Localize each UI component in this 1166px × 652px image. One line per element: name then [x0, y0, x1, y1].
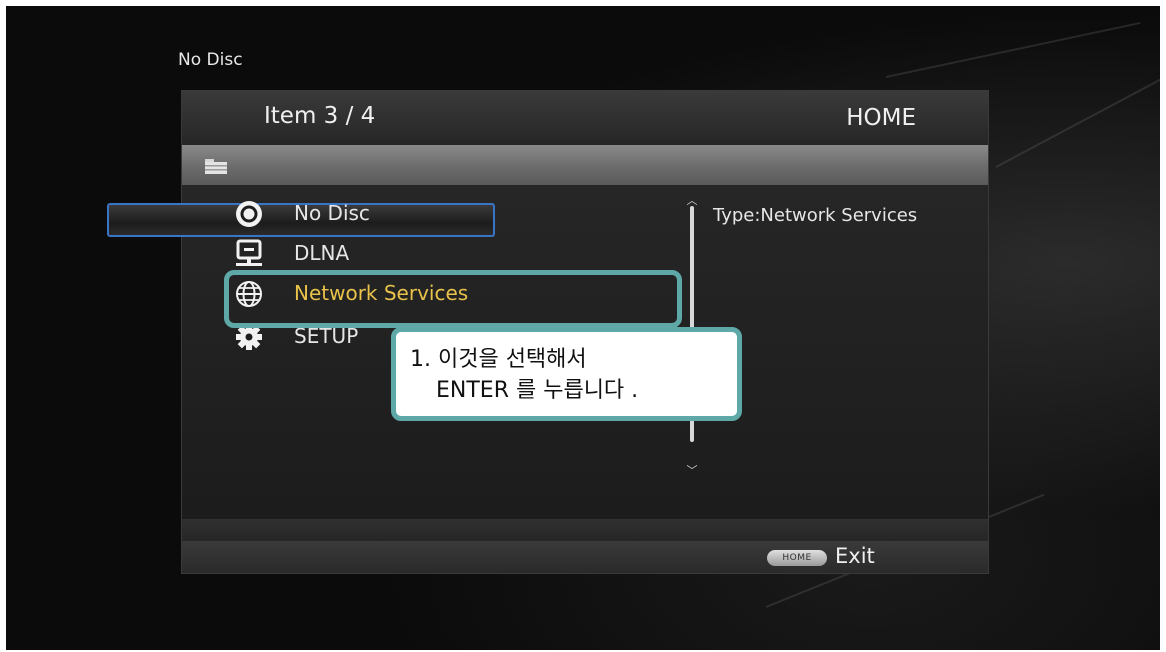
folder-icon — [205, 159, 227, 174]
chevron-down-icon[interactable]: ﹀ — [685, 465, 699, 476]
footer-separator — [182, 519, 988, 541]
window-footer: HOME Exit — [182, 541, 988, 573]
window-header: Item 3 / 4 HOME — [182, 91, 988, 145]
home-key-icon: HOME — [767, 550, 827, 566]
menu-item-dlna[interactable]: DLNA — [234, 235, 674, 275]
page-title: HOME — [846, 105, 916, 131]
callout-line-2: ENTER 를 누릅니다 . — [436, 378, 639, 403]
annotation-highlight-box — [224, 270, 682, 328]
info-type-text: Type:Network Services — [713, 205, 918, 226]
disc-status-text: No Disc — [178, 50, 243, 70]
chevron-up-icon[interactable]: ︿ — [685, 195, 699, 206]
path-bar — [182, 145, 988, 185]
tv-screen: No Disc Item 3 / 4 HOME HOME Exit No Dis… — [6, 6, 1160, 650]
background-decoration — [995, 72, 1160, 168]
callout-line-1: 1. 이것을 선택해서 — [410, 347, 587, 372]
annotation-callout: 1. 이것을 선택해서 ENTER 를 누릅니다 . — [391, 327, 742, 421]
item-counter: Item 3 / 4 — [264, 103, 376, 129]
menu-item-label: No Disc — [294, 201, 370, 225]
menu-item-label: DLNA — [294, 241, 350, 265]
disc-icon — [236, 201, 262, 227]
exit-label: Exit — [835, 544, 875, 568]
background-decoration — [885, 21, 1141, 78]
dlna-icon — [236, 239, 262, 266]
menu-item-no-disc[interactable]: No Disc — [234, 195, 674, 235]
